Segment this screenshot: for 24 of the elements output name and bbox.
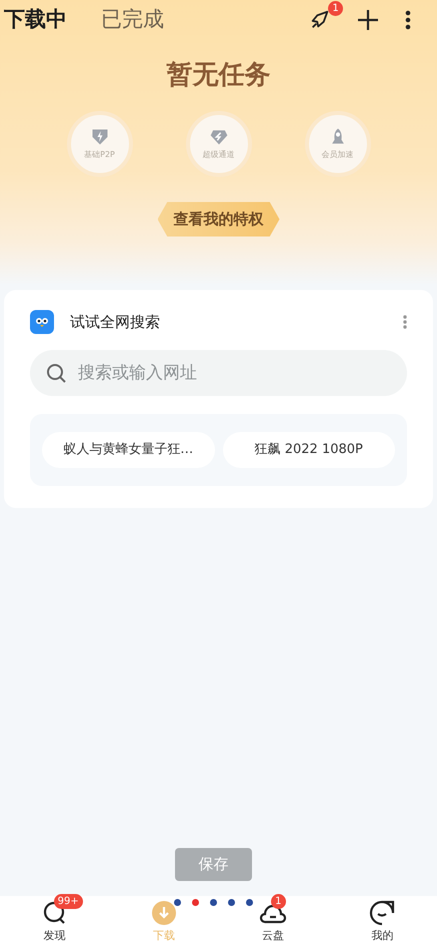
- rocket-button[interactable]: [309, 9, 331, 31]
- suggestion-chip[interactable]: 狂飙 2022 1080P: [222, 432, 395, 468]
- count-badge: 99+: [54, 894, 83, 909]
- more-button[interactable]: [405, 10, 411, 30]
- empty-title: 暂无任务: [166, 60, 270, 90]
- tab[interactable]: 已完成: [101, 4, 164, 36]
- nav-tab[interactable]: 1 云盘: [218, 896, 328, 946]
- face-icon: [369, 900, 396, 926]
- tab[interactable]: 下载中: [4, 4, 67, 36]
- feature-label: 超级通道: [202, 149, 234, 161]
- feature-label: 基础P2P: [84, 149, 115, 161]
- download-icon: [150, 900, 177, 926]
- notification-badge: 1: [328, 1, 343, 16]
- nav-tab[interactable]: 我的: [328, 896, 437, 946]
- search-card-title: 试试全网搜索: [70, 312, 160, 333]
- nav-tab[interactable]: 99+ 发现: [0, 896, 110, 946]
- add-button[interactable]: [357, 9, 379, 31]
- suggestion-chip[interactable]: 蚁人与黄蜂女量子狂…: [42, 432, 214, 468]
- feature-icon: [90, 127, 110, 147]
- privilege-button[interactable]: 查看我的特权: [158, 202, 280, 236]
- bird-logo-icon: [30, 310, 54, 334]
- feature-label: 会员加速: [322, 149, 354, 161]
- search-field[interactable]: 搜索或输入网址: [30, 350, 407, 396]
- count-badge: 1: [271, 894, 286, 909]
